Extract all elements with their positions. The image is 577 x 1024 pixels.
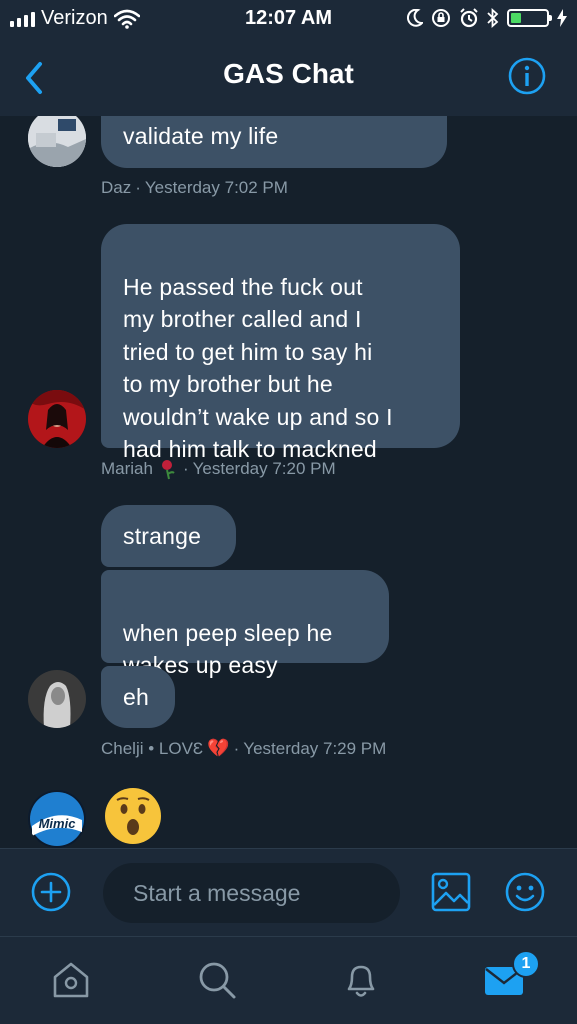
avatar-mimic[interactable]: Mimic — [28, 790, 86, 848]
bell-icon[interactable] — [340, 959, 382, 1001]
avatar-image — [28, 390, 86, 448]
messages-badge: 1 — [512, 950, 540, 978]
broken-heart-icon: 💔 — [207, 738, 230, 758]
search-icon[interactable] — [196, 959, 238, 1001]
smiley-icon[interactable] — [504, 871, 546, 913]
message-meta: Mariah · Yesterday 7:20 PM — [101, 458, 336, 480]
message-text: strange — [123, 523, 202, 549]
message-input-placeholder: Start a message — [133, 879, 301, 906]
alarm-icon — [460, 8, 478, 28]
avatar-image — [28, 116, 86, 167]
rose-emoji-icon — [161, 460, 175, 480]
rotation-lock-icon — [432, 9, 450, 27]
battery-fill — [511, 13, 522, 23]
image-icon[interactable] — [430, 871, 472, 913]
mimic-logo-text: Mimic — [39, 816, 77, 831]
sender-name: Chelji • LOVƐ — [101, 738, 204, 758]
avatar-image: Mimic — [28, 790, 86, 848]
message-bubble[interactable]: eh — [101, 666, 175, 728]
sender-name: Daz — [101, 178, 132, 197]
message-text: He passed the fuck out my brother called… — [123, 273, 393, 463]
hushed-face-emoji[interactable] — [104, 787, 162, 845]
avatar-mariah[interactable] — [28, 390, 86, 448]
tab-bar — [0, 936, 577, 1024]
message-time: Yesterday 7:02 PM — [144, 178, 288, 197]
message-bubble[interactable]: when peep sleep he wakes up easy — [101, 570, 389, 678]
status-bar: Verizon 12:07 AM — [0, 0, 577, 40]
message-text: validate my life — [123, 123, 279, 149]
message-input[interactable]: Start a message — [103, 863, 400, 923]
info-icon[interactable] — [507, 56, 547, 96]
message-text: eh — [123, 684, 149, 710]
message-bubble[interactable]: He passed the fuck out my brother called… — [101, 224, 460, 462]
message-meta: Chelji • LOVƐ 💔 · Yesterday 7:29 PM — [101, 738, 386, 759]
avatar-daz[interactable] — [28, 116, 86, 167]
plus-circle-icon[interactable] — [30, 871, 72, 913]
battery-icon — [507, 9, 552, 27]
status-right — [407, 8, 567, 28]
message-time: Yesterday 7:29 PM — [243, 738, 387, 758]
avatar-image — [28, 670, 86, 728]
meta-separator: · — [135, 178, 141, 197]
message-time: Yesterday 7:20 PM — [192, 459, 336, 478]
moon-icon — [407, 9, 423, 27]
message-list[interactable]: validate my life Daz · Yesterday 7:02 PM… — [0, 116, 577, 848]
meta-separator: · — [182, 459, 189, 478]
page-title: GAS Chat — [223, 58, 354, 89]
bluetooth-icon — [487, 8, 499, 28]
header: GAS Chat — [0, 40, 577, 116]
charging-icon — [557, 9, 567, 27]
home-icon[interactable] — [50, 959, 92, 1001]
message-bubble[interactable]: validate my life — [101, 116, 447, 168]
message-meta: Daz · Yesterday 7:02 PM — [101, 178, 288, 198]
sender-name: Mariah — [101, 459, 153, 478]
compose-bar: Start a message — [0, 848, 577, 936]
avatar-chelji[interactable] — [28, 670, 86, 728]
meta-separator: · — [233, 738, 240, 758]
message-bubble[interactable]: strange — [101, 505, 236, 567]
